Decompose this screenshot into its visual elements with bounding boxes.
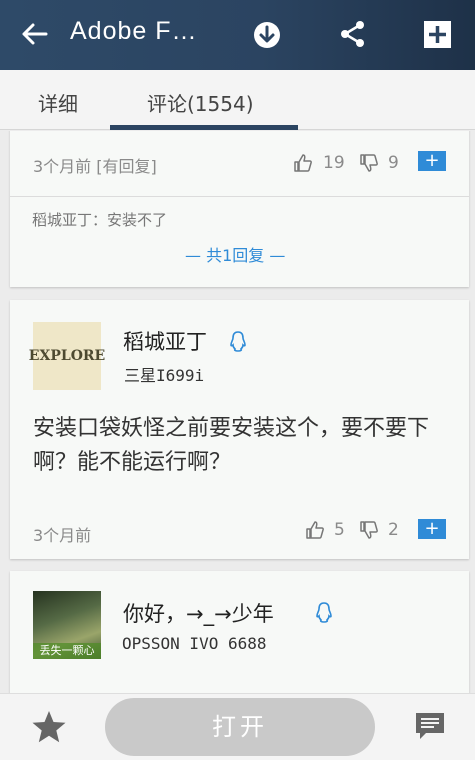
qq-penguin-icon xyxy=(230,331,246,352)
comment-list[interactable]: 3个月前 [有回复] 19 9 + 稻城亚丁：安装不了 — 共1回复 — EXP… xyxy=(0,131,475,693)
like-button[interactable]: 5 xyxy=(305,520,345,540)
comment-time: 3个月前 [有回复] xyxy=(33,157,157,176)
reply-preview[interactable]: 稻城亚丁：安装不了 — 共1回复 — xyxy=(10,196,469,287)
comment-icon[interactable] xyxy=(414,711,446,743)
dislike-button[interactable]: 2 xyxy=(359,520,399,540)
open-app-button[interactable]: 打开 xyxy=(105,698,375,756)
dislike-count: 2 xyxy=(388,520,399,540)
add-reply-button[interactable]: + xyxy=(418,519,446,539)
tab-comments[interactable]: 评论(1554) xyxy=(147,88,254,117)
thumbs-down-icon xyxy=(360,521,378,539)
avatar[interactable]: 丢失一颗心 xyxy=(33,591,101,659)
like-count: 19 xyxy=(323,153,345,173)
avatar[interactable]: EXPLORE xyxy=(29,322,105,390)
dislike-count: 9 xyxy=(388,153,399,173)
thumbs-down-icon xyxy=(360,154,378,172)
tab-detail[interactable]: 详细 xyxy=(38,88,78,117)
avatar-explore-text: EXPLORE xyxy=(28,348,106,364)
comment-card: 3个月前 [有回复] 19 9 + 稻城亚丁：安装不了 — 共1回复 — xyxy=(10,131,469,287)
share-icon[interactable] xyxy=(339,20,367,48)
app-header: Adobe F… xyxy=(0,0,475,70)
user-name[interactable]: 你好，→_→少年 xyxy=(123,598,274,628)
qq-penguin-icon xyxy=(316,602,332,623)
dislike-button[interactable]: 9 xyxy=(359,153,399,173)
user-device: OPSSON IVO 6688 xyxy=(122,634,267,653)
reply-text: 稻城亚丁：安装不了 xyxy=(32,211,168,229)
avatar-caption: 丢失一颗心 xyxy=(33,643,101,659)
comment-text: 安装口袋妖怪之前要安装这个，要不要下啊？能不能运行啊？ xyxy=(33,416,430,475)
comment-card: EXPLORE 稻城亚丁 三星I699i 安装口袋妖怪之前要安装这个，要不要下啊… xyxy=(10,300,469,559)
star-icon[interactable] xyxy=(31,710,67,744)
back-arrow-icon[interactable] xyxy=(20,20,48,48)
like-button[interactable]: 19 xyxy=(293,153,345,173)
like-count: 5 xyxy=(334,520,345,540)
add-reply-button[interactable]: + xyxy=(418,151,446,171)
tab-bar: 详细 评论(1554) xyxy=(0,70,475,130)
bottom-action-bar: 打开 xyxy=(0,693,475,760)
user-device: 三星I699i xyxy=(124,366,205,385)
user-name[interactable]: 稻城亚丁 xyxy=(123,326,207,356)
thumbs-up-icon xyxy=(294,154,312,172)
active-tab-indicator xyxy=(110,125,298,130)
download-icon[interactable] xyxy=(253,21,281,49)
thumbs-up-icon xyxy=(306,521,324,539)
reply-count-link[interactable]: — 共1回复 — xyxy=(185,242,285,266)
comment-card: 丢失一颗心 你好，→_→少年 OPSSON IVO 6688 xyxy=(10,571,469,693)
page-title: Adobe F… xyxy=(70,17,198,45)
add-icon[interactable] xyxy=(424,21,451,48)
comment-time: 3个月前 xyxy=(33,526,92,545)
